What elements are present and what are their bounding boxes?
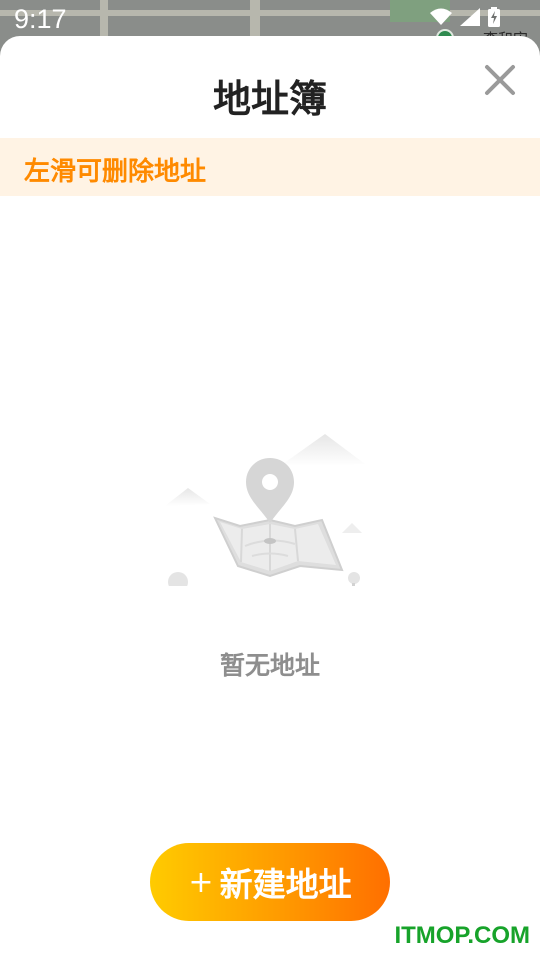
cellular-signal-icon [460, 8, 480, 26]
add-address-button[interactable]: + 新建地址 [150, 843, 390, 921]
status-bar: 9:17 [0, 0, 540, 40]
status-time: 9:17 [14, 4, 67, 34]
swipe-tip-text: 左滑可删除地址 [24, 157, 207, 187]
map-location-illustration [120, 386, 420, 630]
address-book-sheet: 地址簿 左滑可删除地址 暂无地址 + 新建地址 ITMOP.COM [0, 36, 540, 960]
swipe-tip-banner: 左滑可删除地址 [0, 138, 540, 196]
wifi-icon [430, 8, 452, 25]
watermark: ITMOP.COM [394, 922, 530, 949]
status-icons [430, 7, 500, 27]
close-icon [485, 65, 515, 95]
page-title: 地址簿 [212, 77, 327, 121]
battery-charging-icon [488, 7, 500, 27]
empty-state-text: 暂无地址 [219, 651, 320, 680]
close-button[interactable] [482, 62, 518, 98]
add-address-label: 新建地址 [219, 865, 352, 904]
plus-icon: + [188, 864, 214, 900]
